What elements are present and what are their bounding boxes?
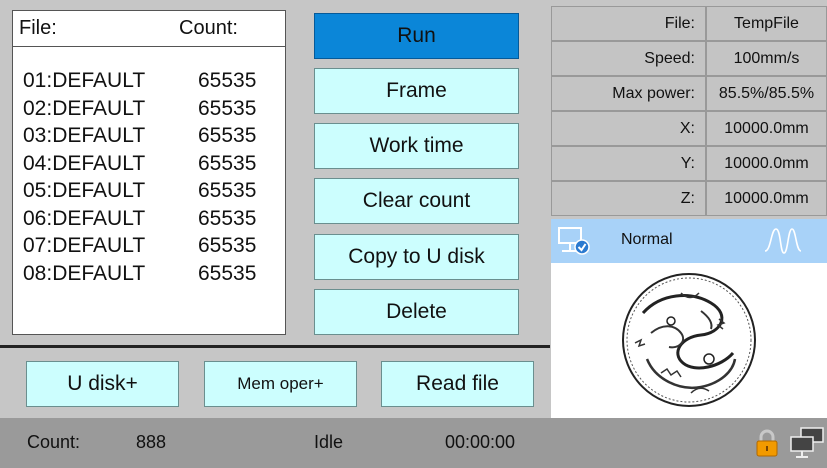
status-count-label: Count: bbox=[27, 432, 81, 452]
lock-icon[interactable] bbox=[755, 428, 779, 458]
clear-count-button[interactable]: Clear count bbox=[314, 178, 519, 224]
status-elapsed-time: 00:00:00 bbox=[445, 432, 516, 452]
job-info-panel: File: TempFile Speed: 100mm/s Max power:… bbox=[551, 6, 827, 216]
info-row-max-power: Max power: 85.5%/85.5% bbox=[551, 76, 827, 111]
file-list-item[interactable]: 02:DEFAULT 65535 bbox=[23, 95, 256, 123]
file-name: 02:DEFAULT bbox=[23, 96, 146, 120]
info-row-y: Y: 10000.0mm bbox=[551, 146, 827, 181]
mode-label: Normal bbox=[621, 231, 673, 248]
frame-button-label: Frame bbox=[386, 79, 447, 102]
file-column-label: File: bbox=[19, 17, 57, 39]
job-preview bbox=[551, 263, 827, 418]
engraving-preview-image bbox=[622, 273, 756, 407]
file-list-item[interactable]: 06:DEFAULT 65535 bbox=[23, 205, 256, 233]
read-file-button-label: Read file bbox=[416, 372, 499, 395]
file-count: 65535 bbox=[198, 69, 257, 92]
file-list-item[interactable]: 05:DEFAULT 65535 bbox=[23, 177, 256, 205]
file-list-panel: File: Count: 01:DEFAULT 65535 02:DEFAULT 6… bbox=[12, 10, 286, 335]
delete-button-label: Delete bbox=[386, 300, 447, 323]
file-count: 65535 bbox=[198, 261, 257, 285]
network-icon[interactable] bbox=[789, 426, 825, 460]
count-column-label: Count: bbox=[179, 17, 238, 39]
work-time-button-label: Work time bbox=[369, 134, 464, 157]
info-file-label: File: bbox=[551, 6, 706, 41]
run-button-label: Run bbox=[397, 24, 436, 47]
info-speed-label: Speed: bbox=[551, 41, 706, 76]
work-time-button[interactable]: Work time bbox=[314, 123, 519, 169]
info-z-value: 10000.0mm bbox=[706, 181, 827, 216]
info-speed-value: 100mm/s bbox=[706, 41, 827, 76]
info-file-value: TempFile bbox=[706, 6, 827, 41]
file-list-item[interactable]: 07:DEFAULT 65535 bbox=[23, 232, 256, 260]
info-row-speed: Speed: 100mm/s bbox=[551, 41, 827, 76]
file-count: 65535 bbox=[198, 96, 257, 120]
bottom-status-bar: Count: 888 Idle 00:00:00 bbox=[0, 418, 827, 468]
info-z-label: Z: bbox=[551, 181, 706, 216]
file-name: 08:DEFAULT bbox=[23, 261, 146, 285]
monitor-check-icon bbox=[558, 227, 590, 255]
info-row-file: File: TempFile bbox=[551, 6, 827, 41]
u-disk-button[interactable]: U disk+ bbox=[26, 361, 179, 407]
file-name: 04:DEFAULT bbox=[23, 151, 146, 175]
info-x-label: X: bbox=[551, 111, 706, 146]
mem-oper-button[interactable]: Mem oper+ bbox=[204, 361, 357, 407]
copy-to-u-disk-button[interactable]: Copy to U disk bbox=[314, 234, 519, 280]
waveform-icon bbox=[764, 228, 802, 254]
file-count: 65535 bbox=[198, 234, 257, 257]
status-state: Idle bbox=[314, 432, 344, 452]
u-disk-button-label: U disk+ bbox=[67, 372, 138, 395]
file-list-item[interactable]: 08:DEFAULT 65535 bbox=[23, 260, 256, 288]
copy-to-u-disk-button-label: Copy to U disk bbox=[348, 245, 485, 268]
info-y-value: 10000.0mm bbox=[706, 146, 827, 181]
file-count: 65535 bbox=[198, 206, 257, 230]
file-name: 05:DEFAULT bbox=[23, 179, 146, 202]
info-row-z: Z: 10000.0mm bbox=[551, 181, 827, 216]
info-y-label: Y: bbox=[551, 146, 706, 181]
read-file-button[interactable]: Read file bbox=[381, 361, 534, 407]
file-list-item[interactable]: 03:DEFAULT 65535 bbox=[23, 122, 256, 150]
section-divider bbox=[0, 345, 550, 348]
info-max-power-label: Max power: bbox=[551, 76, 706, 111]
file-list-item[interactable]: 04:DEFAULT 65535 bbox=[23, 150, 256, 178]
laser-control-screen: File: Count: 01:DEFAULT 65535 02:DEFAULT 6… bbox=[0, 0, 827, 468]
clear-count-button-label: Clear count bbox=[362, 189, 471, 212]
mode-status-strip: Normal bbox=[551, 219, 827, 263]
frame-button[interactable]: Frame bbox=[314, 68, 519, 114]
file-name: 06:DEFAULT bbox=[23, 206, 146, 230]
file-count: 65535 bbox=[198, 151, 257, 175]
file-name: 01:DEFAULT bbox=[23, 69, 146, 92]
mem-oper-button-label: Mem oper+ bbox=[237, 374, 324, 393]
info-row-x: X: 10000.0mm bbox=[551, 111, 827, 146]
delete-button[interactable]: Delete bbox=[314, 289, 519, 335]
info-x-value: 10000.0mm bbox=[706, 111, 827, 146]
file-name: 03:DEFAULT bbox=[23, 124, 146, 147]
status-count-value: 888 bbox=[136, 432, 167, 452]
file-list-item[interactable]: 01:DEFAULT 65535 bbox=[23, 67, 256, 95]
run-button[interactable]: Run bbox=[314, 13, 519, 59]
info-max-power-value: 85.5%/85.5% bbox=[706, 76, 827, 111]
file-name: 07:DEFAULT bbox=[23, 234, 146, 257]
file-count: 65535 bbox=[198, 124, 257, 147]
file-count: 65535 bbox=[198, 179, 257, 202]
file-list: 01:DEFAULT 65535 02:DEFAULT 65535 03:DEFAU… bbox=[23, 67, 256, 287]
file-list-header: File: Count: bbox=[13, 11, 285, 47]
